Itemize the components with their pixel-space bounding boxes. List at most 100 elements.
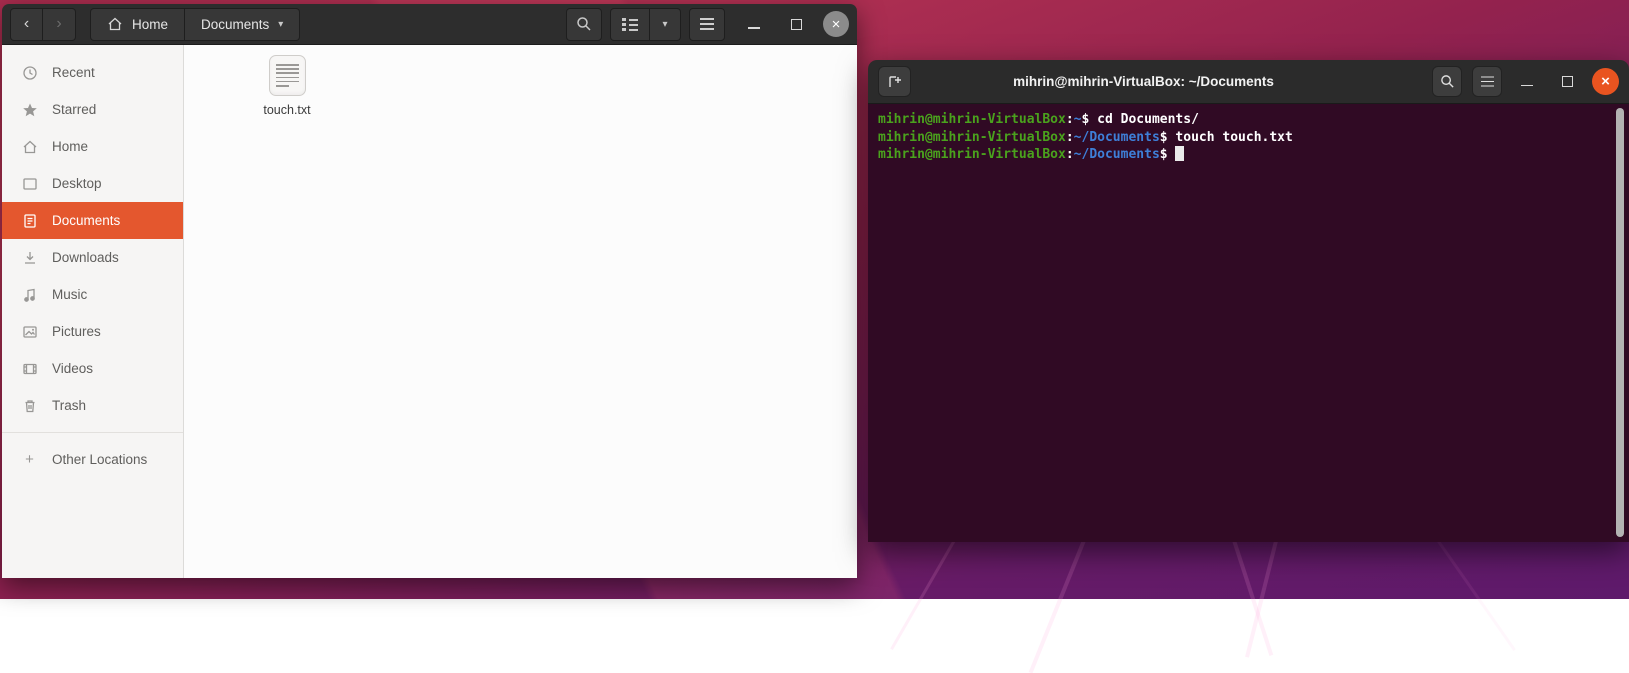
sidebar-item-desktop[interactable]: Desktop [2, 165, 183, 202]
prompt-path: ~/Documents [1074, 130, 1160, 145]
file-item-touch-txt[interactable]: touch.txt [241, 55, 333, 117]
sidebar-item-label: Videos [52, 361, 93, 376]
list-view-button[interactable] [610, 8, 650, 41]
chevron-down-icon: ▾ [278, 19, 283, 30]
sidebar-item-other-locations[interactable]: + Other Locations [2, 441, 183, 478]
home-icon [21, 138, 38, 155]
hamburger-icon [1481, 81, 1494, 83]
sidebar-separator [2, 432, 183, 433]
sidebar-item-label: Music [52, 287, 87, 302]
download-icon [21, 249, 38, 266]
terminal-title: mihrin@mihrin-VirtualBox: ~/Documents [868, 74, 1419, 89]
sidebar-item-music[interactable]: Music [2, 276, 183, 313]
picture-icon [21, 323, 38, 340]
sidebar-item-label: Recent [52, 65, 95, 80]
sidebar-item-label: Starred [52, 102, 96, 117]
back-button[interactable]: ‹ [10, 8, 43, 41]
prompt-dollar: $ [1160, 130, 1176, 145]
terminal-text-area[interactable]: mihrin@mihrin-VirtualBox:~$ cd Documents… [868, 104, 1629, 542]
prompt-separator: : [1066, 147, 1074, 162]
chevron-down-icon: ▾ [662, 19, 667, 30]
minimize-button[interactable] [739, 9, 769, 39]
files-content-area[interactable]: touch.txt [184, 45, 857, 578]
sidebar-item-label: Trash [52, 398, 86, 413]
back-icon: ‹ [24, 15, 29, 33]
terminal-close-button[interactable]: × [1592, 68, 1619, 95]
prompt-user: mihrin@mihrin-VirtualBox [878, 130, 1066, 145]
terminal-line: mihrin@mihrin-VirtualBox:~/Documents$ [878, 146, 1619, 164]
files-sidebar: Recent Starred Home [2, 45, 184, 578]
close-icon: × [1601, 74, 1610, 89]
prompt-dollar: $ [1082, 112, 1098, 127]
trash-icon [21, 397, 38, 414]
nav-button-group: ‹ › [10, 8, 76, 41]
list-view-icon [622, 18, 638, 30]
maximize-icon [791, 19, 802, 30]
terminal-menu-button[interactable] [1472, 66, 1502, 97]
terminal-line: mihrin@mihrin-VirtualBox:~/Documents$ to… [878, 129, 1619, 147]
path-current-label: Documents [201, 17, 269, 32]
sidebar-item-videos[interactable]: Videos [2, 350, 183, 387]
search-icon [576, 16, 592, 32]
sidebar-item-label: Home [52, 139, 88, 154]
prompt-dollar: $ [1160, 147, 1176, 162]
minimize-icon [1521, 85, 1533, 87]
sidebar-item-starred[interactable]: Starred [2, 91, 183, 128]
sidebar-item-downloads[interactable]: Downloads [2, 239, 183, 276]
new-tab-button[interactable] [878, 66, 911, 97]
search-icon [1440, 74, 1455, 89]
command-text: cd Documents/ [1097, 112, 1199, 127]
close-icon: × [832, 17, 841, 32]
sidebar-item-label: Downloads [52, 250, 119, 265]
terminal-cursor [1175, 146, 1184, 161]
sidebar-item-trash[interactable]: Trash [2, 387, 183, 424]
terminal-search-button[interactable] [1432, 66, 1462, 97]
text-file-icon [269, 55, 306, 96]
terminal-minimize-button[interactable] [1512, 67, 1542, 97]
terminal-scrollbar[interactable] [1616, 108, 1624, 537]
path-segment-documents[interactable]: Documents ▾ [185, 8, 300, 41]
prompt-path: ~/Documents [1074, 147, 1160, 162]
sidebar-item-label: Pictures [52, 324, 101, 339]
menu-button[interactable] [689, 8, 725, 41]
terminal-window: mihrin@mihrin-VirtualBox: ~/Documents × [868, 60, 1629, 542]
forward-icon: › [56, 15, 61, 33]
sidebar-item-label: Other Locations [52, 452, 147, 467]
document-icon [21, 212, 38, 229]
sidebar-item-pictures[interactable]: Pictures [2, 313, 183, 350]
new-tab-icon [887, 74, 903, 90]
clock-icon [21, 64, 38, 81]
minimize-icon [748, 27, 760, 29]
home-icon [107, 16, 123, 32]
star-icon [21, 101, 38, 118]
terminal-titlebar-controls: × [1432, 66, 1619, 97]
terminal-titlebar: mihrin@mihrin-VirtualBox: ~/Documents × [868, 60, 1629, 104]
files-headerbar: ‹ › Home Documents ▾ [2, 4, 857, 45]
sidebar-item-label: Desktop [52, 176, 102, 191]
path-bar: Home Documents ▾ [90, 8, 300, 41]
sidebar-item-documents[interactable]: Documents [2, 202, 183, 239]
plus-icon: + [21, 451, 38, 468]
maximize-icon [1562, 76, 1573, 87]
search-button[interactable] [566, 8, 602, 41]
prompt-user: mihrin@mihrin-VirtualBox [878, 112, 1066, 127]
file-name-label: touch.txt [263, 103, 310, 117]
close-button[interactable]: × [823, 11, 849, 37]
terminal-maximize-button[interactable] [1552, 67, 1582, 97]
music-note-icon [21, 286, 38, 303]
path-segment-home[interactable]: Home [90, 8, 185, 41]
view-toggle-group: ▾ [610, 8, 681, 41]
maximize-button[interactable] [781, 9, 811, 39]
hamburger-icon [700, 23, 714, 25]
files-window: ‹ › Home Documents ▾ [2, 4, 857, 578]
prompt-user: mihrin@mihrin-VirtualBox [878, 147, 1066, 162]
terminal-line: mihrin@mihrin-VirtualBox:~$ cd Documents… [878, 111, 1619, 129]
sidebar-item-recent[interactable]: Recent [2, 54, 183, 91]
desktop-icon [21, 175, 38, 192]
path-home-label: Home [132, 17, 168, 32]
forward-button[interactable]: › [43, 8, 76, 41]
view-options-button[interactable]: ▾ [650, 8, 681, 41]
sidebar-item-label: Documents [52, 213, 120, 228]
sidebar-item-home[interactable]: Home [2, 128, 183, 165]
command-text: touch touch.txt [1175, 130, 1292, 145]
